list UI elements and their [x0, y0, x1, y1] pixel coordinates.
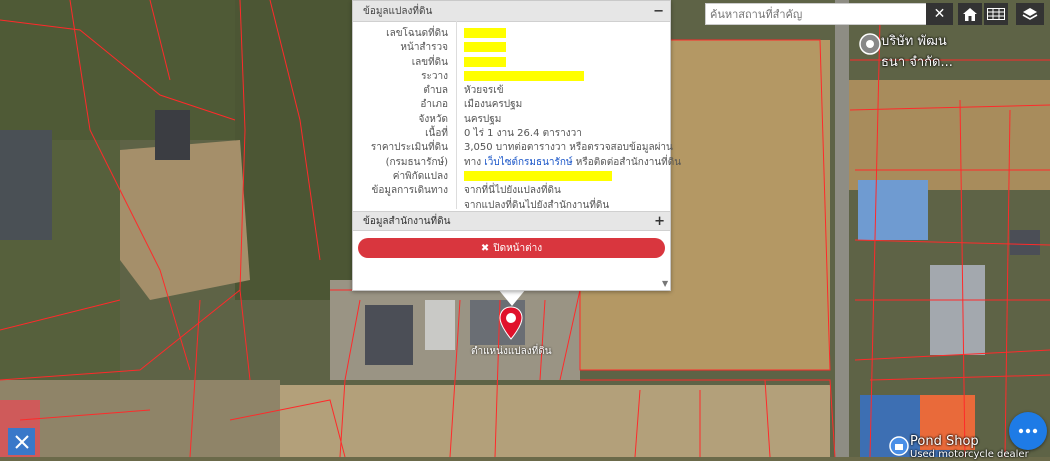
close-icon: ✖ — [480, 242, 490, 254]
search-input[interactable] — [705, 3, 926, 25]
expand-toggle[interactable]: + — [654, 214, 665, 229]
info-label: ราคาประเมินที่ดิน — [370, 142, 448, 154]
close-window-button[interactable]: ✖ ปิดหน้าต่าง — [358, 238, 665, 258]
layers-button[interactable] — [1016, 3, 1044, 25]
redacted-block — [464, 42, 506, 53]
section-header-parcel[interactable]: ข้อมูลแปลงที่ดิน − — [353, 1, 670, 22]
tools-button[interactable] — [8, 428, 35, 455]
info-value: เมืองนครปฐม — [464, 99, 523, 111]
info-value: 3,050 บาทต่อตารางวา หรือตรวจสอบข้อมูลผ่า… — [464, 142, 673, 154]
info-value — [464, 41, 506, 55]
tools-icon — [14, 434, 29, 449]
info-row-travel: ข้อมูลการเดินทาง จากที่นี่ไปยังแปลงที่ดิ… — [353, 184, 670, 198]
popup-pointer — [498, 289, 526, 306]
home-icon — [963, 7, 977, 21]
info-row: จังหวัด นครปฐม — [353, 113, 670, 127]
info-label: ระวาง — [421, 70, 448, 82]
close-icon: ✕ — [933, 6, 946, 22]
place-label-line1: บริษัท พัฒน — [881, 34, 947, 49]
info-value — [464, 56, 506, 70]
location-pin-icon[interactable] — [498, 306, 524, 340]
section-header-office[interactable]: ข้อมูลสำนักงานที่ดิน + — [353, 211, 670, 231]
clear-search-button[interactable]: ✕ — [926, 3, 953, 25]
place-marker-icon[interactable] — [859, 33, 881, 55]
parcel-info-table: เลขโฉนดที่ดินหน้าสำรวจเลขที่ดินระวางตำบล… — [353, 22, 670, 141]
info-label: หน้าสำรวจ — [400, 42, 448, 54]
place-label-category: Used motorcycle dealer — [910, 449, 1029, 460]
redacted-block — [464, 28, 506, 38]
info-row-price-2: (กรมธนารักษ์) ทาง เว็บไซต์กรมธนารักษ์ หร… — [353, 156, 681, 170]
info-row: เลขที่ดิน — [353, 56, 670, 70]
info-row: เนื้อที่ 0 ไร่ 1 งาน 26.4 ตารางวา — [353, 127, 670, 141]
info-row: เลขโฉนดที่ดิน — [353, 27, 670, 41]
info-row: ตำบล หัวยจรเข้ — [353, 84, 670, 98]
treasury-website-link[interactable]: เว็บไซต์กรมธนารักษ์ — [484, 157, 572, 168]
info-row-coordinates: ค่าพิกัดแปลง — [353, 170, 670, 184]
place-label-company: บริษัท พัฒน ธนา จำกัด... — [881, 30, 953, 72]
info-row: อำเภอ เมืองนครปฐม — [353, 98, 670, 112]
close-label: ปิดหน้าต่าง — [493, 242, 543, 254]
info-value — [464, 27, 506, 41]
grid-icon — [987, 8, 1005, 20]
info-row-price: ราคาประเมินที่ดิน 3,050 บาทต่อตารางวา หร… — [353, 141, 673, 155]
info-value — [464, 170, 612, 184]
section-title: ข้อมูลสำนักงานที่ดิน — [363, 215, 451, 227]
info-label: ตำบล — [423, 85, 448, 97]
info-value — [464, 70, 584, 84]
more-icon — [1018, 428, 1038, 434]
info-label: ข้อมูลการเดินทาง — [371, 185, 448, 197]
section-title: ข้อมูลแปลงที่ดิน — [363, 5, 433, 17]
collapse-toggle[interactable]: − — [653, 4, 664, 19]
info-value: หัวยจรเข้ — [464, 85, 504, 97]
info-row: ระวาง — [353, 70, 670, 84]
grid-button[interactable] — [984, 3, 1008, 25]
more-options-button[interactable] — [1009, 412, 1047, 450]
info-text: หรือติดต่อสำนักงานที่ดิน — [575, 156, 682, 168]
pin-label: ตำแหน่งแปลงที่ดิน — [471, 346, 552, 357]
info-label: เลขที่ดิน — [411, 56, 448, 68]
info-value: 0 ไร่ 1 งาน 26.4 ตารางวา — [464, 128, 582, 140]
search-bar: ✕ — [705, 3, 953, 25]
layers-icon — [1022, 7, 1038, 20]
place-label-name: Pond Shop — [910, 434, 979, 449]
info-text: ทาง — [464, 156, 482, 168]
redacted-block — [464, 56, 506, 67]
redacted-block — [464, 70, 584, 81]
info-label: อำเภอ — [420, 99, 448, 111]
info-value: นครปฐม — [464, 113, 502, 125]
scroll-down-icon[interactable]: ▼ — [662, 279, 671, 288]
directions-to-parcel-link[interactable]: จากที่นี่ไปยังแปลงที่ดิน — [464, 184, 561, 198]
info-label: ค่าพิกัดแปลง — [392, 170, 448, 182]
info-label: จังหวัด — [418, 113, 448, 125]
home-button[interactable] — [958, 3, 982, 25]
info-value: ทาง เว็บไซต์กรมธนารักษ์ หรือติดต่อสำนักง… — [464, 156, 681, 170]
info-label: (กรมธนารักษ์) — [385, 156, 448, 168]
place-label-line2: ธนา จำกัด... — [881, 55, 953, 70]
redacted-block — [464, 170, 612, 181]
shop-marker-icon[interactable] — [889, 436, 909, 456]
info-label: เลขโฉนดที่ดิน — [386, 28, 448, 39]
info-label: เนื้อที่ — [425, 128, 448, 140]
parcel-info-popup: ข้อมูลแปลงที่ดิน − เลขโฉนดที่ดินหน้าสำรว… — [352, 0, 681, 291]
info-row: หน้าสำรวจ — [353, 41, 670, 55]
